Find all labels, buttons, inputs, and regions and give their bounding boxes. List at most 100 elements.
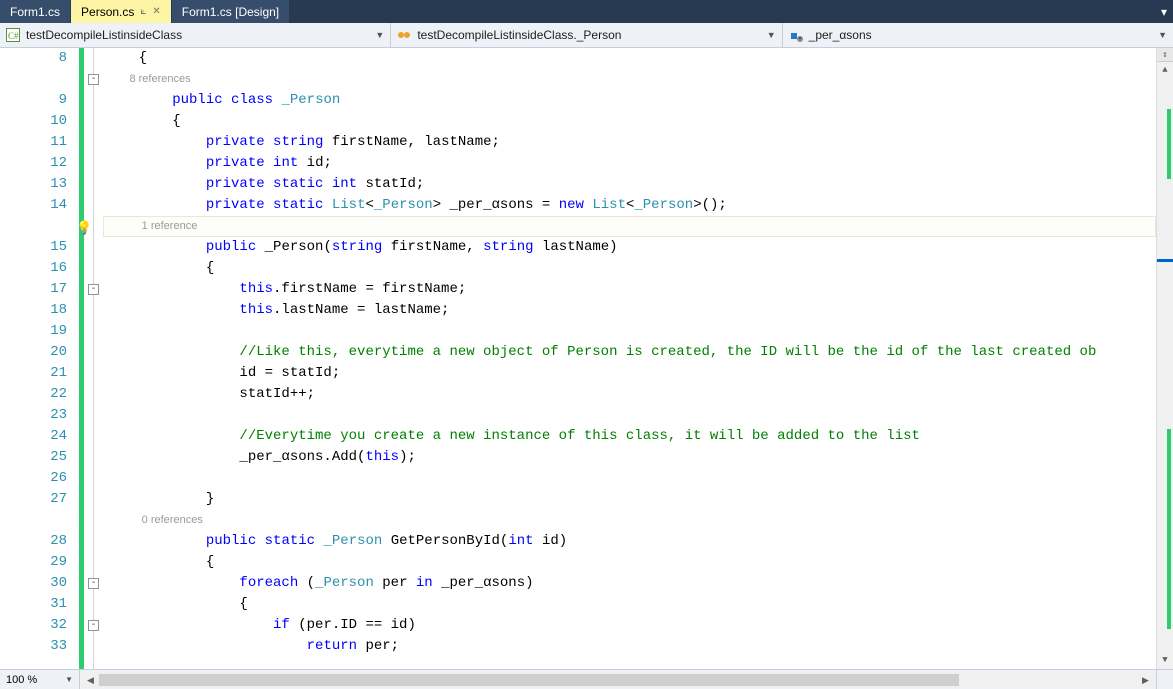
code-line[interactable]: return per; — [103, 636, 1156, 657]
chevron-down-icon: ▼ — [767, 30, 776, 40]
code-line[interactable]: this.firstName = firstName; — [103, 279, 1156, 300]
csharp-file-icon: C# — [6, 28, 20, 42]
line-number: 27 — [0, 489, 71, 510]
tab-label: Form1.cs [Design] — [182, 5, 279, 19]
scroll-left-arrow[interactable]: ◀ — [82, 672, 99, 688]
overview-change-marker — [1167, 429, 1171, 629]
outline-collapse-toggle[interactable]: - — [88, 74, 99, 85]
line-number: 25 — [0, 447, 71, 468]
split-window-handle[interactable]: ⇕ — [1157, 48, 1173, 62]
code-line[interactable]: private static int statId; — [103, 174, 1156, 195]
code-line[interactable]: //Like this, everytime a new object of P… — [103, 342, 1156, 363]
line-number: 13 — [0, 174, 71, 195]
pin-icon[interactable]: ⟀ — [140, 6, 146, 17]
code-line[interactable]: _per_αsons.Add(this); — [103, 447, 1156, 468]
line-number: 24 — [0, 426, 71, 447]
line-number: 23 — [0, 405, 71, 426]
line-number: 10 — [0, 111, 71, 132]
line-number: 28 — [0, 531, 71, 552]
line-number: 29 — [0, 552, 71, 573]
line-number: 15 — [0, 237, 71, 258]
code-line[interactable]: public class _Person — [103, 90, 1156, 111]
line-number — [0, 69, 71, 90]
code-line[interactable]: if (per.ID == id) — [103, 615, 1156, 636]
outline-column: - - - - — [87, 48, 103, 669]
line-number: 26 — [0, 468, 71, 489]
codelens-reference-count[interactable]: 8 references — [103, 69, 1156, 90]
code-line[interactable] — [103, 468, 1156, 489]
overview-caret-marker — [1157, 259, 1173, 262]
line-number: 11 — [0, 132, 71, 153]
nav-scope-dropdown[interactable]: C# testDecompileListinsideClass ▼ — [0, 23, 391, 47]
code-line[interactable]: foreach (_Person per in _per_αsons) — [103, 573, 1156, 594]
nav-type-label: testDecompileListinsideClass._Person — [417, 28, 621, 42]
outline-collapse-toggle[interactable]: - — [88, 284, 99, 295]
outline-collapse-toggle[interactable]: - — [88, 578, 99, 589]
nav-member-dropdown[interactable]: _per_αsons ▼ — [783, 23, 1173, 47]
code-line[interactable]: { — [103, 111, 1156, 132]
code-area[interactable]: { 8 references public class _Person { pr… — [103, 48, 1156, 669]
line-number: 22 — [0, 384, 71, 405]
code-line[interactable]: statId++; — [103, 384, 1156, 405]
tab-person-cs[interactable]: Person.cs ⟀ ✕ — [71, 0, 172, 23]
line-number: 31 — [0, 594, 71, 615]
svg-text:C#: C# — [8, 31, 19, 41]
tab-form1-design[interactable]: Form1.cs [Design] — [172, 0, 290, 23]
close-icon[interactable]: ✕ — [152, 6, 160, 17]
line-number: 8 — [0, 48, 71, 69]
scrollbar-thumb[interactable] — [99, 674, 959, 686]
line-number — [0, 216, 71, 237]
codelens-reference-count[interactable]: 0 references — [103, 510, 1156, 531]
code-line[interactable]: { — [103, 48, 1156, 69]
horizontal-scrollbar[interactable]: ◀ ▶ — [82, 672, 1154, 688]
document-tab-strip: Form1.cs Person.cs ⟀ ✕ Form1.cs [Design]… — [0, 0, 1173, 23]
change-marker-column — [75, 48, 87, 669]
code-line[interactable]: public _Person(string firstName, string … — [103, 237, 1156, 258]
nav-member-label: _per_αsons — [809, 28, 872, 42]
tab-form1-cs[interactable]: Form1.cs — [0, 0, 71, 23]
line-number: 17 — [0, 279, 71, 300]
class-icon — [397, 28, 411, 42]
code-editor[interactable]: 8910111213141516171819202122232425262728… — [0, 48, 1173, 669]
code-line[interactable]: { — [103, 552, 1156, 573]
codelens-reference-count[interactable]: 1 reference — [103, 216, 1156, 237]
tab-label: Form1.cs — [10, 5, 60, 19]
scroll-right-arrow[interactable]: ▶ — [1137, 672, 1154, 688]
code-line[interactable] — [103, 321, 1156, 342]
line-number: 19 — [0, 321, 71, 342]
line-number: 32 — [0, 615, 71, 636]
line-number: 12 — [0, 153, 71, 174]
tab-label: Person.cs — [81, 5, 134, 19]
field-private-icon — [789, 28, 803, 42]
code-line[interactable]: private int id; — [103, 153, 1156, 174]
outline-collapse-toggle[interactable]: - — [88, 620, 99, 631]
code-line[interactable]: this.lastName = lastName; — [103, 300, 1156, 321]
scroll-down-arrow[interactable]: ▼ — [1157, 652, 1173, 669]
code-navigation-bar: C# testDecompileListinsideClass ▼ testDe… — [0, 23, 1173, 48]
nav-type-dropdown[interactable]: testDecompileListinsideClass._Person ▼ — [391, 23, 782, 47]
chevron-down-icon: ▼ — [65, 675, 73, 684]
lightbulb-icon[interactable]: 💡 — [76, 218, 92, 239]
code-line[interactable]: { — [103, 258, 1156, 279]
code-line[interactable]: } — [103, 489, 1156, 510]
scroll-up-arrow[interactable]: ▲ — [1157, 62, 1173, 79]
code-line[interactable]: //Everytime you create a new instance of… — [103, 426, 1156, 447]
vertical-scrollbar[interactable]: ⇕ ▲ ▼ — [1156, 48, 1173, 669]
zoom-dropdown[interactable]: 100 % ▼ — [0, 670, 80, 689]
code-line[interactable]: { — [103, 594, 1156, 615]
line-number: 20 — [0, 342, 71, 363]
code-line[interactable]: public static _Person GetPersonById(int … — [103, 531, 1156, 552]
line-number: 16 — [0, 258, 71, 279]
line-number: 18 — [0, 300, 71, 321]
code-line[interactable] — [103, 405, 1156, 426]
tab-overflow-button[interactable]: ▾ — [1155, 0, 1173, 23]
scroll-corner — [1156, 670, 1173, 689]
zoom-value: 100 % — [6, 674, 37, 686]
nav-scope-label: testDecompileListinsideClass — [26, 28, 182, 42]
code-line[interactable]: id = statId; — [103, 363, 1156, 384]
chevron-down-icon: ▼ — [375, 30, 384, 40]
code-line[interactable]: private static List<_Person> _per_αsons … — [103, 195, 1156, 216]
code-line[interactable]: private string firstName, lastName; — [103, 132, 1156, 153]
line-number — [0, 510, 71, 531]
chevron-down-icon: ▼ — [1158, 30, 1167, 40]
